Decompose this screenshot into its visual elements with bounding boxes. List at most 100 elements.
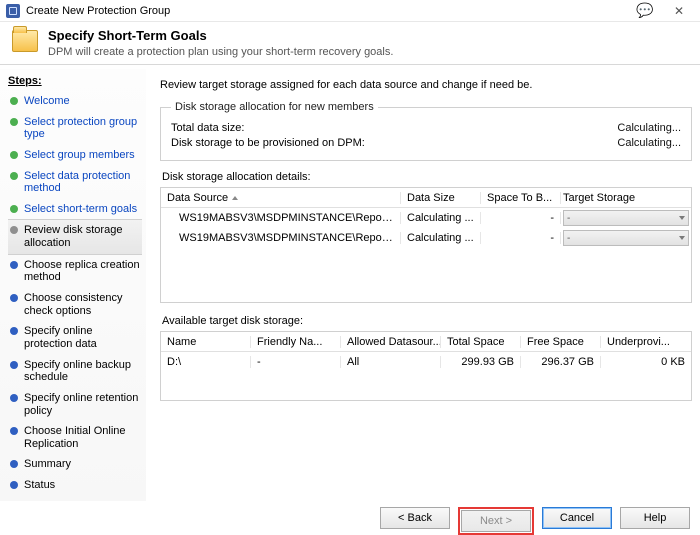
cell-allowed: All [341, 356, 441, 368]
next-button[interactable]: Next > [461, 510, 531, 532]
cancel-button[interactable]: Cancel [542, 507, 612, 529]
step-bullet-icon [10, 97, 18, 105]
wizard-footer: < Back Next > Cancel Help [0, 501, 700, 535]
step-7: Choose consistency check options [8, 288, 142, 321]
cell-under: 0 KB [601, 356, 691, 368]
app-icon [6, 4, 20, 18]
step-bullet-icon [10, 118, 18, 126]
cell-source: WS19MABSV3\MSDPMINSTANCE\ReportServe... [161, 232, 401, 244]
step-label: Choose replica creation method [24, 259, 140, 284]
step-label: Select data protection method [24, 170, 140, 195]
cell-friendly: - [251, 356, 341, 368]
step-bullet-icon [10, 172, 18, 180]
content-pane: Review target storage assigned for each … [146, 69, 700, 501]
wizard-header: Specify Short-Term Goals DPM will create… [0, 22, 700, 64]
details-row[interactable]: WS19MABSV3\MSDPMINSTANCE\ReportServe...C… [161, 208, 691, 228]
step-bullet-icon [10, 151, 18, 159]
col-name[interactable]: Name [161, 336, 251, 348]
step-5: Review disk storage allocation [8, 219, 142, 254]
step-bullet-icon [10, 327, 18, 335]
col-under[interactable]: Underprovi... [601, 336, 691, 348]
page-title: Specify Short-Term Goals [48, 28, 393, 43]
available-title: Available target disk storage: [162, 315, 692, 327]
step-bullet-icon [10, 481, 18, 489]
step-13: Status [8, 475, 142, 496]
step-6: Choose replica creation method [8, 255, 142, 288]
header-divider [0, 64, 700, 65]
available-row[interactable]: D:\-All299.93 GB296.37 GB0 KB [161, 352, 691, 372]
cell-target: - [561, 230, 691, 246]
total-data-size-label: Total data size: [171, 122, 617, 134]
steps-heading: Steps: [8, 75, 142, 87]
step-label: Review disk storage allocation [24, 224, 140, 249]
step-bullet-icon [10, 361, 18, 369]
details-header-row[interactable]: Data Source Data Size Space To B... Targ… [161, 188, 691, 208]
details-row[interactable]: WS19MABSV3\MSDPMINSTANCE\ReportServe...C… [161, 228, 691, 248]
cell-target: - [561, 210, 691, 226]
cell-space: - [481, 212, 561, 224]
step-12: Summary [8, 454, 142, 475]
cell-total: 299.93 GB [441, 356, 521, 368]
target-storage-dropdown[interactable]: - [563, 230, 689, 246]
step-3[interactable]: Select data protection method [8, 166, 142, 199]
step-1[interactable]: Select protection group type [8, 112, 142, 145]
step-9: Specify online backup schedule [8, 355, 142, 388]
new-members-legend: Disk storage allocation for new members [171, 101, 378, 113]
next-button-highlight: Next > [458, 507, 534, 535]
step-label: Select short-term goals [24, 203, 137, 216]
available-storage-table: Name Friendly Na... Allowed Datasour... … [160, 331, 692, 401]
sort-asc-icon [232, 196, 238, 200]
step-11: Choose Initial Online Replication [8, 421, 142, 454]
col-friendly[interactable]: Friendly Na... [251, 336, 341, 348]
steps-sidebar: Steps: Welcome Select protection group ty… [0, 69, 146, 501]
step-bullet-icon [10, 294, 18, 302]
step-label: Specify online protection data [24, 325, 140, 350]
step-bullet-icon [10, 394, 18, 402]
page-subtitle: DPM will create a protection plan using … [48, 46, 393, 58]
available-header-row[interactable]: Name Friendly Na... Allowed Datasour... … [161, 332, 691, 352]
col-space-to-be[interactable]: Space To B... [481, 192, 561, 204]
step-label: Welcome [24, 95, 70, 108]
step-0[interactable]: Welcome [8, 91, 142, 112]
step-label: Choose Initial Online Replication [24, 425, 140, 450]
step-4[interactable]: Select short-term goals [8, 199, 142, 220]
title-bar: Create New Protection Group 💬 ✕ [0, 0, 700, 22]
folder-icon [12, 30, 38, 52]
cell-name: D:\ [161, 356, 251, 368]
target-storage-dropdown[interactable]: - [563, 210, 689, 226]
col-allowed[interactable]: Allowed Datasour... [341, 336, 441, 348]
step-label: Specify online retention policy [24, 392, 140, 417]
col-target-storage[interactable]: Target Storage [561, 192, 691, 204]
new-members-group: Disk storage allocation for new members … [160, 101, 692, 161]
review-instruction: Review target storage assigned for each … [160, 79, 692, 91]
step-bullet-icon [10, 226, 18, 234]
step-label: Specify online backup schedule [24, 359, 140, 384]
provisioned-storage-label: Disk storage to be provisioned on DPM: [171, 137, 617, 149]
cell-space: - [481, 232, 561, 244]
col-data-size[interactable]: Data Size [401, 192, 481, 204]
col-total[interactable]: Total Space [441, 336, 521, 348]
col-data-source: Data Source [161, 192, 401, 204]
step-label: Select group members [24, 149, 135, 162]
back-button[interactable]: < Back [380, 507, 450, 529]
close-icon[interactable]: ✕ [662, 1, 696, 21]
step-8: Specify online protection data [8, 321, 142, 354]
allocation-details-table: Data Source Data Size Space To B... Targ… [160, 187, 692, 303]
step-label: Choose consistency check options [24, 292, 140, 317]
chevron-down-icon [679, 216, 685, 220]
col-free[interactable]: Free Space [521, 336, 601, 348]
step-bullet-icon [10, 205, 18, 213]
chat-icon[interactable]: 💬 [628, 1, 662, 21]
cell-source: WS19MABSV3\MSDPMINSTANCE\ReportServe... [161, 212, 401, 224]
cell-size: Calculating ... [401, 232, 481, 244]
step-bullet-icon [10, 427, 18, 435]
details-title: Disk storage allocation details: [162, 171, 692, 183]
step-bullet-icon [10, 460, 18, 468]
step-10: Specify online retention policy [8, 388, 142, 421]
step-label: Select protection group type [24, 116, 140, 141]
step-label: Summary [24, 458, 71, 471]
chevron-down-icon [679, 236, 685, 240]
cell-size: Calculating ... [401, 212, 481, 224]
help-button[interactable]: Help [620, 507, 690, 529]
step-2[interactable]: Select group members [8, 145, 142, 166]
